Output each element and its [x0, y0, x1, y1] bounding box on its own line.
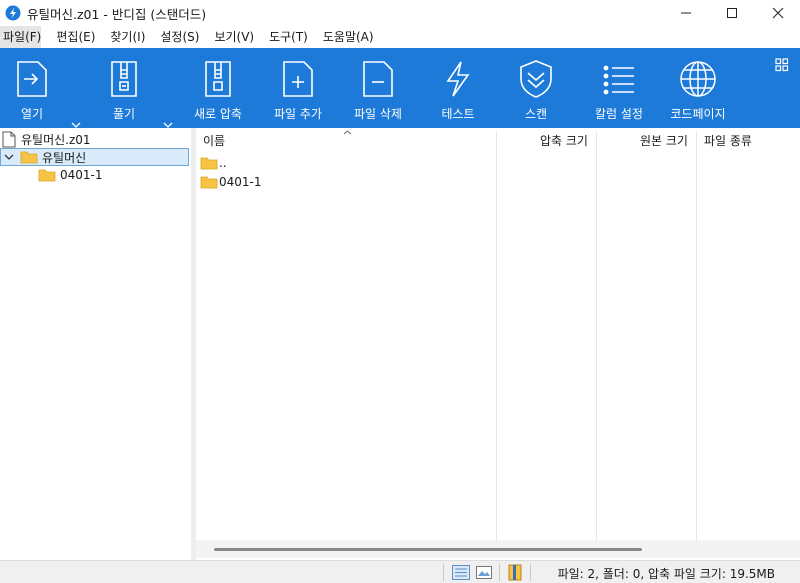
test-button[interactable]: 테스트 — [436, 48, 480, 128]
tree-child-folder-label: 0401-1 — [60, 168, 103, 182]
tree-archive-item[interactable]: 유틸머신.z01 — [2, 130, 91, 148]
delete-file-icon — [363, 61, 393, 97]
maximize-button[interactable] — [709, 0, 755, 26]
column-settings-label: 칼럼 설정 — [595, 107, 643, 121]
open-label: 열기 — [20, 107, 44, 121]
extract-label: 풀기 — [112, 107, 136, 121]
codepage-label: 코드페이지 — [670, 107, 726, 121]
menu-view[interactable]: 보기(V) — [211, 26, 254, 48]
globe-icon — [680, 61, 716, 97]
menu-bar: 파일(F) 편집(E) 찾기(I) 설정(S) 보기(V) 도구(T) 도움말(… — [0, 26, 800, 48]
open-archive-icon — [17, 61, 47, 97]
layout-grid-icon[interactable] — [775, 58, 789, 72]
column-header-original-size[interactable]: 원본 크기 — [640, 128, 688, 152]
list-item-name: .. — [219, 156, 227, 170]
column-header-name[interactable]: 이름 — [203, 128, 225, 152]
new-archive-label: 새로 압축 — [194, 107, 242, 121]
column-list-icon — [603, 65, 634, 95]
column-settings-button[interactable]: 칼럼 설정 — [591, 48, 647, 128]
list-item[interactable]: .. — [200, 154, 227, 172]
list-item-name: 0401-1 — [219, 175, 262, 189]
scan-label: 스캔 — [524, 107, 548, 121]
title-bar: 유틸머신.z01 - 반디집 (스탠더드) — [0, 0, 800, 26]
lightning-icon — [446, 61, 470, 97]
menu-find[interactable]: 찾기(I) — [107, 26, 145, 48]
folder-icon — [20, 151, 38, 164]
menu-tools[interactable]: 도구(T) — [266, 26, 308, 48]
thumbnail-view-icon[interactable] — [476, 566, 492, 579]
add-file-icon — [283, 61, 313, 97]
archive-book-icon — [508, 564, 522, 581]
close-button[interactable] — [755, 0, 800, 26]
status-bar: 파일: 2, 폴더: 0, 압축 파일 크기: 19.5MB — [0, 560, 800, 583]
column-header-packed-size[interactable]: 압축 크기 — [540, 128, 588, 152]
horizontal-scrollbar-thumb[interactable] — [214, 548, 642, 551]
list-item[interactable]: 0401-1 — [200, 173, 262, 191]
scan-button[interactable]: 스캔 — [514, 48, 558, 128]
open-button[interactable]: 열기 — [10, 48, 54, 128]
test-label: 테스트 — [441, 107, 475, 121]
add-file-button[interactable]: 파일 추가 — [270, 48, 326, 128]
minimize-icon — [681, 12, 691, 14]
toolbar: 열기 풀기 새로 압축 파일 추가 파일 삭제 테스트 스캔 칼럼 설정 코드페… — [0, 48, 800, 128]
folder-tree: 유틸머신.z01 유틸머신 0401-1 — [0, 128, 191, 560]
status-summary: 파일: 2, 폴더: 0, 압축 파일 크기: 19.5MB — [557, 567, 775, 581]
extract-zip-icon — [111, 61, 137, 97]
details-view-icon[interactable] — [452, 565, 470, 580]
chevron-down-icon[interactable] — [4, 153, 14, 161]
menu-file[interactable]: 파일(F) — [0, 26, 42, 48]
maximize-icon — [727, 8, 737, 18]
add-file-label: 파일 추가 — [274, 107, 322, 121]
sort-ascending-icon — [343, 130, 352, 135]
menu-help[interactable]: 도움말(A) — [320, 26, 374, 48]
tree-root-folder-item[interactable]: 유틸머신 — [0, 148, 189, 166]
folder-icon — [200, 157, 218, 170]
menu-edit[interactable]: 편집(E) — [53, 26, 95, 48]
close-icon — [772, 7, 784, 19]
tree-archive-label: 유틸머신.z01 — [21, 132, 91, 147]
tree-child-folder-item[interactable]: 0401-1 — [38, 166, 103, 184]
column-header-type[interactable]: 파일 종류 — [704, 128, 752, 152]
bandizip-logo-icon — [5, 5, 21, 21]
delete-file-label: 파일 삭제 — [354, 107, 402, 121]
folder-icon — [38, 169, 56, 182]
minimize-button[interactable] — [663, 0, 709, 26]
new-archive-icon — [205, 61, 231, 97]
window-title: 유틸머신.z01 - 반디집 (스탠더드) — [27, 7, 207, 22]
new-archive-button[interactable]: 새로 압축 — [190, 48, 246, 128]
tree-root-folder-label: 유틸머신 — [42, 150, 87, 165]
delete-file-button[interactable]: 파일 삭제 — [350, 48, 406, 128]
folder-icon — [200, 176, 218, 189]
document-icon — [2, 131, 16, 147]
extract-button[interactable]: 풀기 — [102, 48, 146, 128]
codepage-button[interactable]: 코드페이지 — [668, 48, 728, 128]
file-list: 이름 압축 크기 원본 크기 파일 종류 .. 0401-1 — [196, 128, 800, 560]
shield-icon — [520, 60, 552, 98]
menu-settings[interactable]: 설정(S) — [157, 26, 199, 48]
